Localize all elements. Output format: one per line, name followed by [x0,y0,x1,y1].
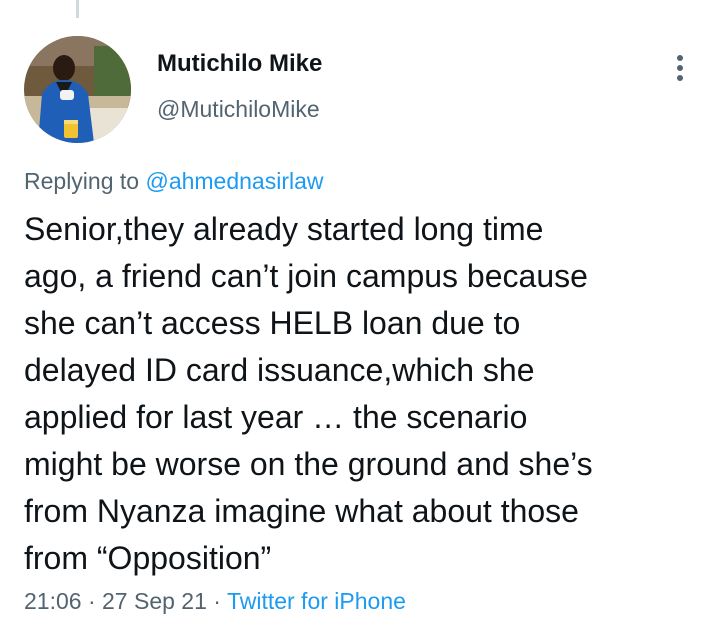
vertical-ellipsis-icon [677,55,683,61]
meta-separator: · [213,588,221,614]
replying-to-label: Replying to [24,168,140,194]
avatar[interactable] [24,36,131,143]
reply-mention-link[interactable]: @ahmednasirlaw [145,168,323,194]
vertical-ellipsis-icon [677,65,683,71]
tweet-source-link[interactable]: Twitter for iPhone [227,588,406,614]
replying-to-line: Replying to @ahmednasirlaw [24,168,324,195]
tweet-metadata: 21:06 · 27 Sep 21 · Twitter for iPhone [24,588,406,615]
meta-separator: · [87,588,96,614]
tweet-body-text: Senior,they already started long time ag… [24,211,593,576]
tweet-date[interactable]: 27 Sep 21 [102,588,207,614]
tweet-time[interactable]: 21:06 [24,588,82,614]
vertical-ellipsis-icon [677,75,683,81]
author-handle[interactable]: @MutichiloMike [157,96,320,123]
author-display-name[interactable]: Mutichilo Mike [157,50,322,78]
thread-connector-line [76,0,79,18]
more-options-button[interactable] [664,48,696,88]
avatar-photo [24,36,131,143]
